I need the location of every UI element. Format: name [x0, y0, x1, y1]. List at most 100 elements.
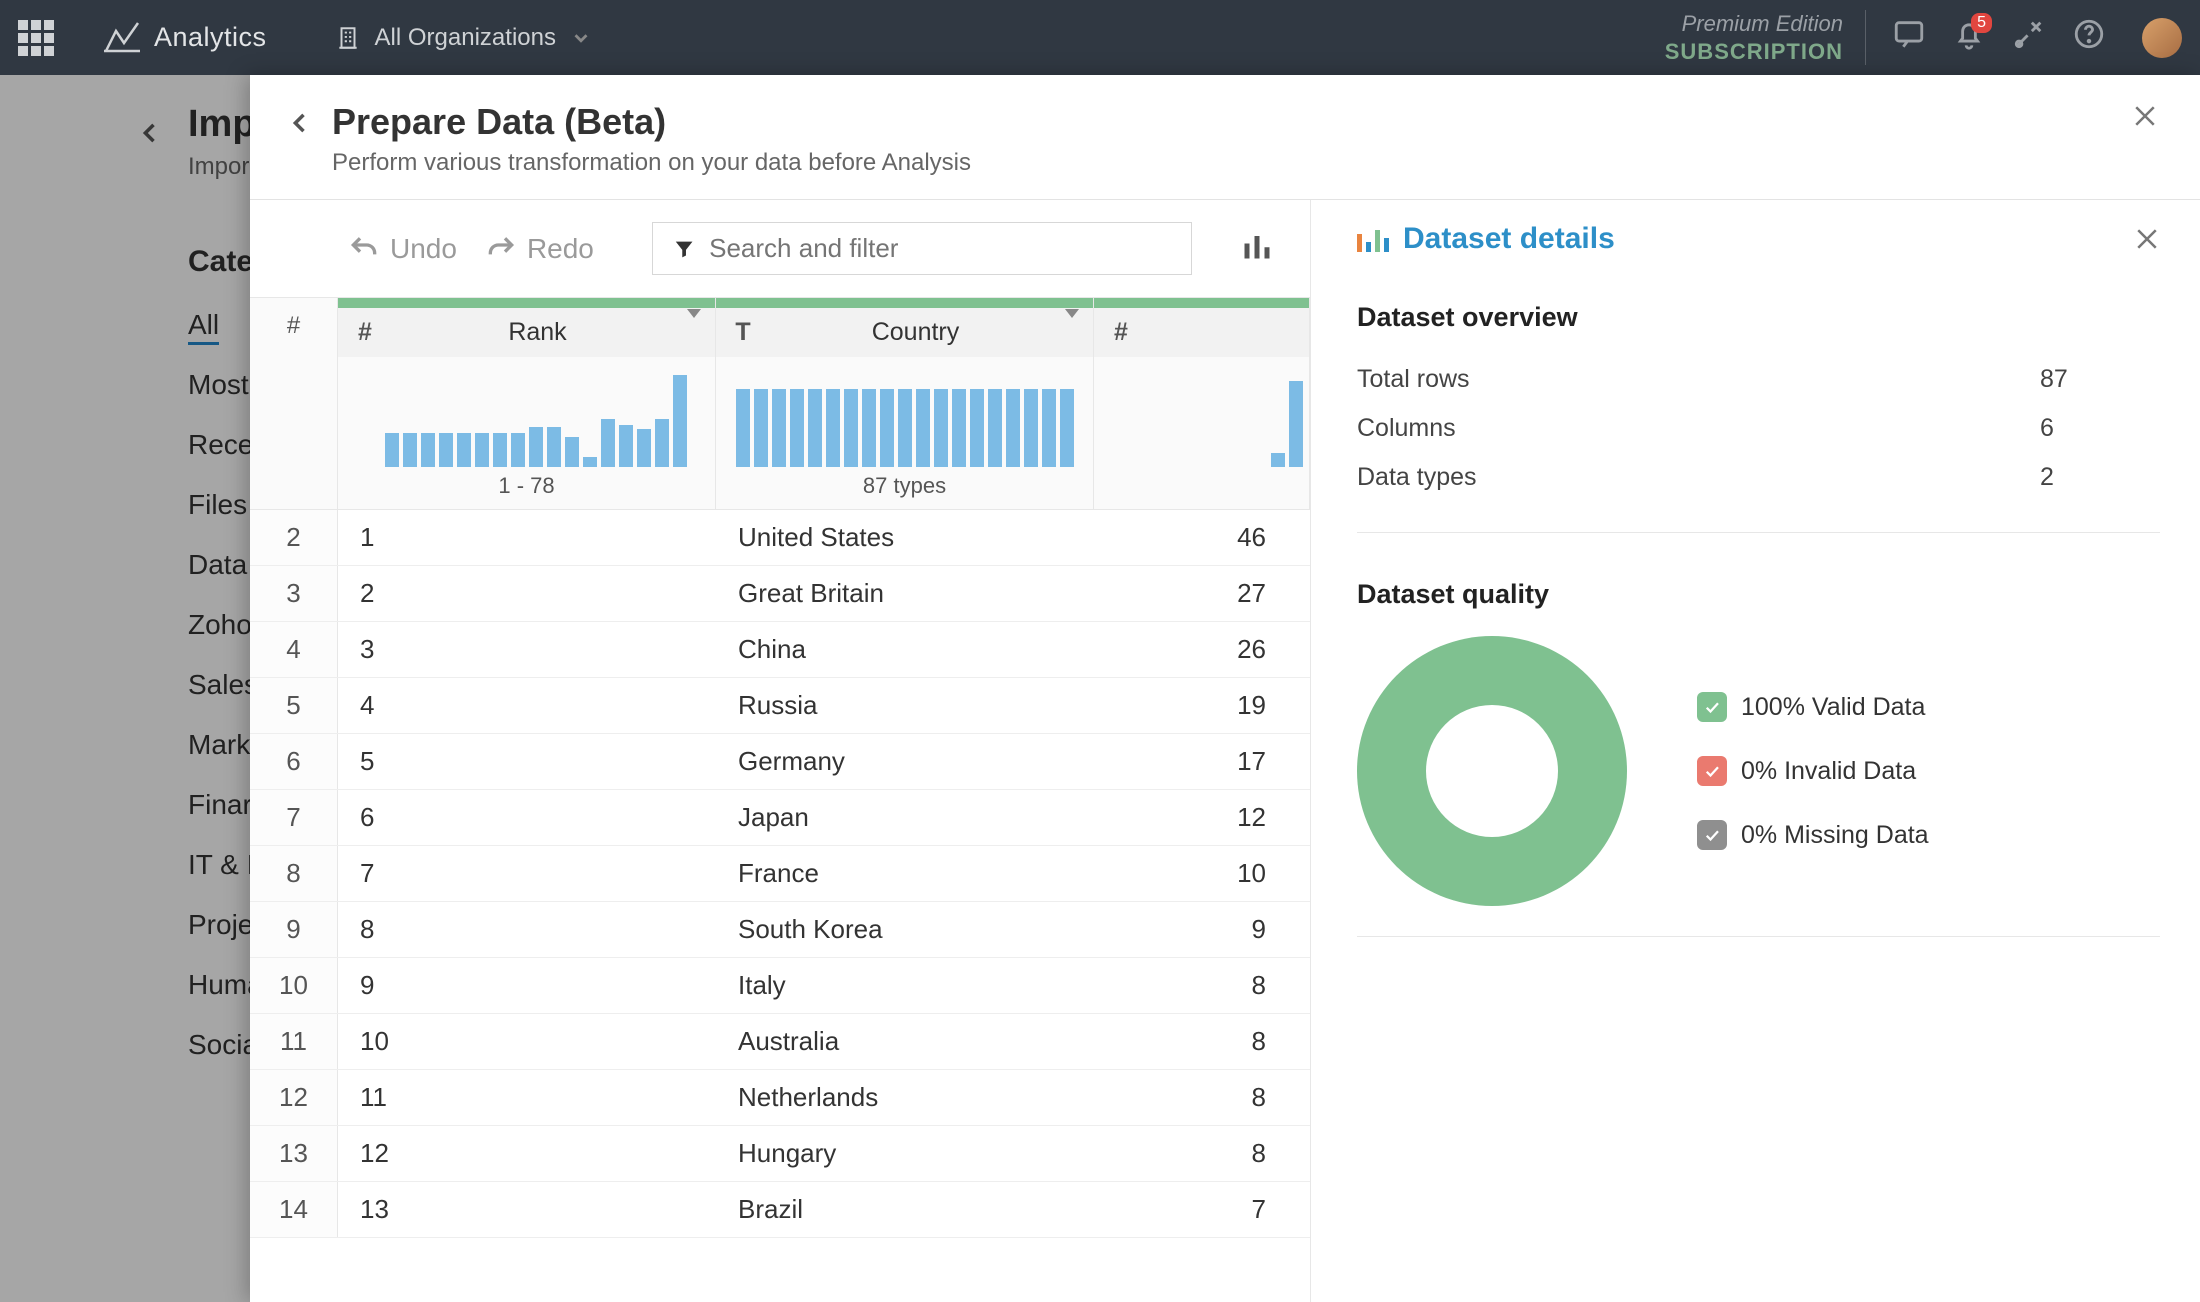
undo-button[interactable]: Undo: [348, 233, 457, 265]
row-number: 12: [250, 1070, 338, 1125]
cell-country[interactable]: France: [716, 846, 1094, 901]
cell-gold[interactable]: 8: [1094, 958, 1310, 1013]
redo-button[interactable]: Redo: [485, 233, 594, 265]
help-button[interactable]: [2072, 17, 2106, 58]
row-number: 8: [250, 846, 338, 901]
top-nav: Analytics All Organizations Premium Edit…: [0, 0, 2200, 75]
data-rows[interactable]: 21United States4632Great Britain2743Chin…: [250, 510, 1310, 1302]
panel-close-button[interactable]: [2130, 101, 2160, 136]
table-row[interactable]: 32Great Britain27: [250, 566, 1310, 622]
cell-rank[interactable]: 12: [338, 1126, 716, 1181]
column-country-label: Country: [766, 318, 1065, 347]
brand[interactable]: Analytics: [102, 21, 267, 55]
cell-rank[interactable]: 6: [338, 790, 716, 845]
cell-country[interactable]: Great Britain: [716, 566, 1094, 621]
column-gold[interactable]: #: [1094, 298, 1310, 509]
cell-gold[interactable]: 8: [1094, 1126, 1310, 1181]
panel-title: Prepare Data (Beta): [332, 101, 971, 143]
cell-country[interactable]: China: [716, 622, 1094, 677]
details-title: Dataset details: [1357, 222, 2160, 256]
tools-button[interactable]: [2012, 17, 2046, 58]
search-input[interactable]: [709, 233, 1171, 264]
grid-toolbar: Undo Redo: [250, 200, 1310, 297]
cell-gold[interactable]: 19: [1094, 678, 1310, 733]
table-row[interactable]: 43China26: [250, 622, 1310, 678]
row-number: 6: [250, 734, 338, 789]
cell-country[interactable]: Brazil: [716, 1182, 1094, 1237]
overview-key: Columns: [1357, 414, 2040, 443]
type-text-icon: T: [730, 318, 756, 347]
row-number: 14: [250, 1182, 338, 1237]
cell-rank[interactable]: 10: [338, 1014, 716, 1069]
row-number: 10: [250, 958, 338, 1013]
cell-country[interactable]: Australia: [716, 1014, 1094, 1069]
cell-country[interactable]: Italy: [716, 958, 1094, 1013]
row-number: 13: [250, 1126, 338, 1181]
cell-gold[interactable]: 46: [1094, 510, 1310, 565]
cell-gold[interactable]: 7: [1094, 1182, 1310, 1237]
cell-rank[interactable]: 13: [338, 1182, 716, 1237]
divider: [1357, 936, 2160, 937]
table-row[interactable]: 65Germany17: [250, 734, 1310, 790]
cell-gold[interactable]: 9: [1094, 902, 1310, 957]
table-row[interactable]: 1312Hungary8: [250, 1126, 1310, 1182]
table-row[interactable]: 109Italy8: [250, 958, 1310, 1014]
cell-country[interactable]: Japan: [716, 790, 1094, 845]
search-filter[interactable]: [652, 222, 1192, 275]
table-row[interactable]: 87France10: [250, 846, 1310, 902]
cell-country[interactable]: Hungary: [716, 1126, 1094, 1181]
cell-gold[interactable]: 10: [1094, 846, 1310, 901]
avatar[interactable]: [2142, 18, 2182, 58]
toggle-histograms-button[interactable]: [1242, 233, 1272, 264]
chat-icon: [1892, 17, 1926, 51]
row-number: 7: [250, 790, 338, 845]
histogram-country: [716, 357, 1093, 467]
cell-rank[interactable]: 1: [338, 510, 716, 565]
table-row[interactable]: 1211Netherlands8: [250, 1070, 1310, 1126]
cell-gold[interactable]: 17: [1094, 734, 1310, 789]
column-menu-button[interactable]: [1065, 318, 1079, 347]
close-icon: [2132, 224, 2162, 254]
table-row[interactable]: 1413Brazil7: [250, 1182, 1310, 1238]
cell-gold[interactable]: 8: [1094, 1070, 1310, 1125]
cell-rank[interactable]: 4: [338, 678, 716, 733]
cell-country[interactable]: Netherlands: [716, 1070, 1094, 1125]
quality-bar: [1094, 298, 1309, 308]
cell-rank[interactable]: 8: [338, 902, 716, 957]
apps-launcher-icon[interactable]: [18, 20, 54, 56]
cell-rank[interactable]: 9: [338, 958, 716, 1013]
notifications-button[interactable]: 5: [1952, 17, 1986, 58]
table-row[interactable]: 21United States46: [250, 510, 1310, 566]
panel-back-button[interactable]: [268, 101, 332, 150]
column-rank[interactable]: # Rank 1 - 78: [338, 298, 716, 509]
table-row[interactable]: 1110Australia8: [250, 1014, 1310, 1070]
table-row[interactable]: 76Japan12: [250, 790, 1310, 846]
cell-gold[interactable]: 12: [1094, 790, 1310, 845]
column-menu-button[interactable]: [687, 318, 701, 347]
cell-gold[interactable]: 8: [1094, 1014, 1310, 1069]
edition-info: Premium Edition SUBSCRIPTION: [1665, 10, 1866, 65]
cell-rank[interactable]: 7: [338, 846, 716, 901]
details-close-button[interactable]: [2132, 224, 2162, 259]
cell-gold[interactable]: 27: [1094, 566, 1310, 621]
cell-rank[interactable]: 5: [338, 734, 716, 789]
org-picker[interactable]: All Organizations: [335, 24, 592, 52]
column-country[interactable]: T Country 87 types: [716, 298, 1094, 509]
dataset-details-panel: Dataset details Dataset overview Total r…: [1310, 200, 2200, 1302]
cell-rank[interactable]: 11: [338, 1070, 716, 1125]
cell-gold[interactable]: 26: [1094, 622, 1310, 677]
legend-label: 0% Invalid Data: [1741, 757, 1916, 786]
chat-button[interactable]: [1892, 17, 1926, 58]
histogram-rank-range: 1 - 78: [338, 467, 715, 509]
cell-country[interactable]: Germany: [716, 734, 1094, 789]
analytics-logo-icon: [102, 21, 142, 55]
tools-icon: [2012, 17, 2046, 51]
table-row[interactable]: 54Russia19: [250, 678, 1310, 734]
cell-rank[interactable]: 2: [338, 566, 716, 621]
cell-country[interactable]: South Korea: [716, 902, 1094, 957]
cell-country[interactable]: United States: [716, 510, 1094, 565]
cell-rank[interactable]: 3: [338, 622, 716, 677]
table-row[interactable]: 98South Korea9: [250, 902, 1310, 958]
cell-country[interactable]: Russia: [716, 678, 1094, 733]
histogram-gold: [1094, 357, 1309, 467]
